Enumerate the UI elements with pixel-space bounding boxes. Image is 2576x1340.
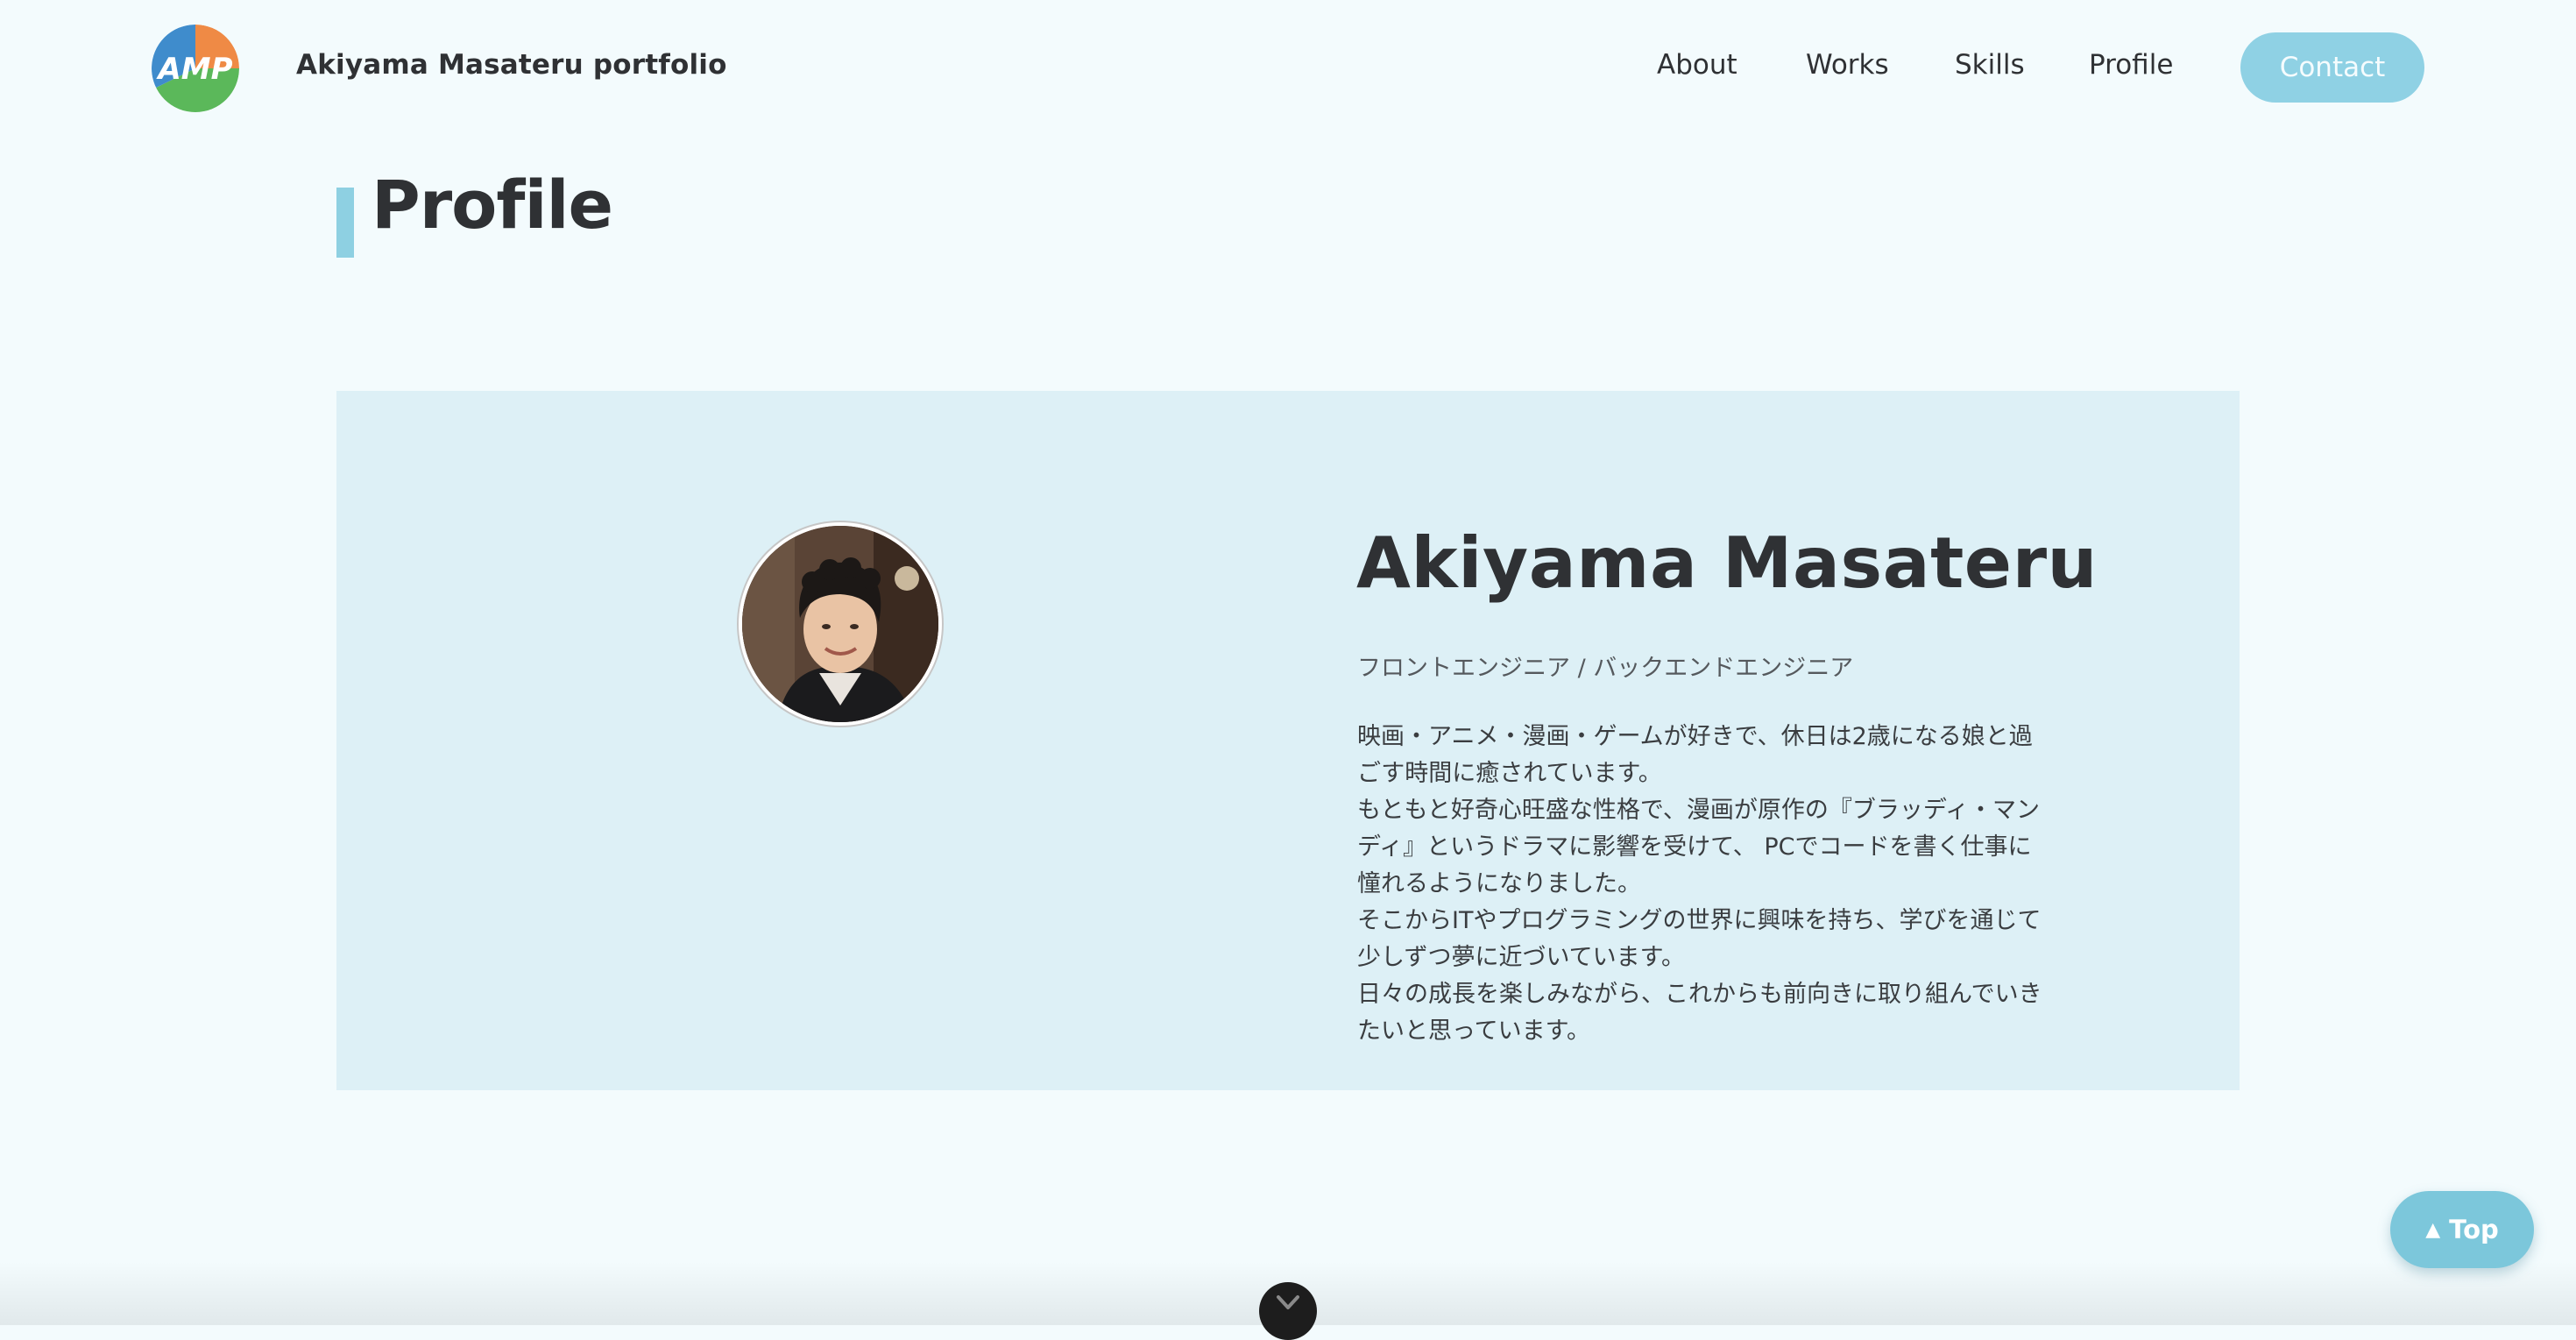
- bio-line: ごす時間に癒されています。: [1357, 760, 1662, 787]
- bio-line: もともと好奇心旺盛な性格で、漫画が原作の『ブラッディ・マン: [1357, 797, 2040, 824]
- contact-button[interactable]: Contact: [2240, 32, 2424, 103]
- nav-skills[interactable]: Skills: [1955, 49, 2025, 81]
- top-button-label: Top: [2449, 1215, 2499, 1244]
- chevron-down-icon: [1276, 1294, 1300, 1340]
- bio-line: たいと思っています。: [1357, 1017, 1590, 1045]
- site-header: AMP Akiyama Masateru portfolio About Wor…: [0, 0, 2576, 137]
- bio-line: 憧れるようになりました。: [1357, 870, 1641, 897]
- bio-line: ディ』というドラマに影響を受けて、 PCでコードを書く仕事に: [1357, 833, 2032, 861]
- scroll-down-button[interactable]: [1259, 1282, 1317, 1340]
- bio-line: 映画・アニメ・漫画・ゲームが好きで、休日は2歳になる娘と過: [1357, 723, 2033, 750]
- site-title[interactable]: Akiyama Masateru portfolio: [296, 49, 727, 81]
- bio-line: 日々の成長を楽しみながら、これからも前向きに取り組んでいき: [1357, 981, 2042, 1008]
- nav-profile[interactable]: Profile: [2089, 49, 2173, 81]
- amp-logo[interactable]: AMP: [152, 25, 239, 112]
- section-title-accent: [336, 188, 354, 258]
- avatar: [739, 522, 942, 726]
- profile-name: Akiyama Masateru: [1356, 522, 2098, 604]
- page-title: Profile: [372, 166, 613, 244]
- logo-text: AMP: [155, 52, 232, 87]
- back-to-top-button[interactable]: ▲ Top: [2390, 1191, 2534, 1268]
- bio-line: 少しずつ夢に近づいています。: [1357, 944, 1685, 971]
- triangle-up-icon: ▲: [2425, 1218, 2441, 1241]
- profile-bio: 映画・アニメ・漫画・ゲームが好きで、休日は2歳になる娘と過 ごす時間に癒されてい…: [1357, 719, 2076, 1050]
- bio-line: そこからITやプログラミングの世界に興味を持ち、学びを通じて: [1357, 907, 2042, 934]
- profile-role: フロントエンジニア / バックエンドエンジニア: [1357, 655, 1854, 682]
- nav-about[interactable]: About: [1657, 49, 1737, 81]
- nav-works[interactable]: Works: [1806, 49, 1889, 81]
